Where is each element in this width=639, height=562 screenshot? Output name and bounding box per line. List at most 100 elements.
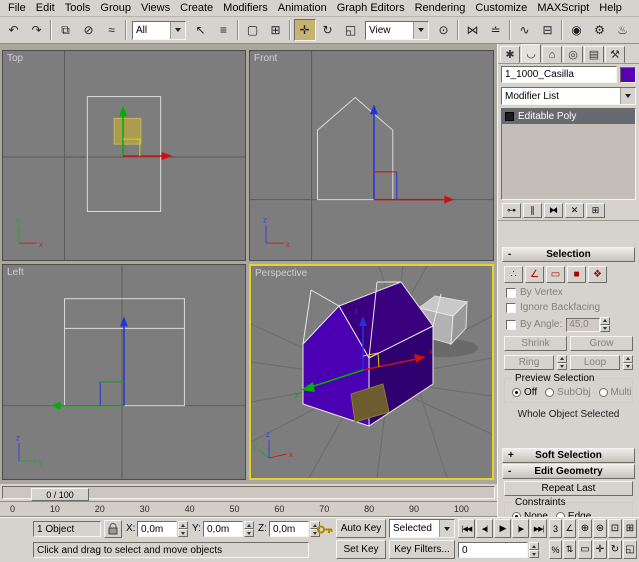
by-vertex-checkbox[interactable] xyxy=(506,288,516,298)
zoom-extents-all-icon[interactable]: ⊞ xyxy=(623,519,637,538)
undo-icon[interactable]: ↶ xyxy=(3,19,25,41)
tab-display[interactable]: ▤ xyxy=(584,46,604,63)
zoom-region-icon[interactable]: ▭ xyxy=(578,540,592,559)
grow-button[interactable]: Grow xyxy=(570,336,633,351)
menu-create[interactable]: Create xyxy=(175,1,218,15)
redo-icon[interactable]: ↷ xyxy=(26,19,48,41)
reference-coordinate-dropdown[interactable]: View xyxy=(365,21,429,40)
viewport-left[interactable]: Left y z xyxy=(2,264,246,480)
schematic-view-icon[interactable]: ⊟ xyxy=(537,19,559,41)
select-and-move-icon[interactable]: ✛ xyxy=(294,19,316,41)
menu-modifiers[interactable]: Modifiers xyxy=(218,1,273,15)
key-mode-dropdown[interactable]: Selected xyxy=(389,519,455,538)
go-to-start-icon[interactable]: |◀◀ xyxy=(458,519,475,538)
left-viewport-canvas[interactable]: y z xyxy=(3,265,245,479)
selection-filter-dropdown[interactable]: All xyxy=(132,21,186,40)
preview-subobj-radio[interactable]: SubObj xyxy=(545,387,590,398)
zoom-icon[interactable]: ⊕ xyxy=(578,519,592,538)
track-bar[interactable]: 0 10 20 30 40 50 60 70 80 90 100 xyxy=(0,501,497,517)
rectangular-selection-region-icon[interactable]: ▢ xyxy=(242,19,264,41)
edge-mode-icon[interactable]: ∠ xyxy=(525,266,544,283)
pan-icon[interactable]: ✛ xyxy=(593,540,607,559)
menu-group[interactable]: Group xyxy=(95,1,136,15)
select-object-icon[interactable]: ↖ xyxy=(190,19,212,41)
select-and-link-icon[interactable]: ⧉ xyxy=(55,19,77,41)
tab-modify[interactable]: ◡ xyxy=(521,44,541,63)
viewport-perspective-label[interactable]: Perspective xyxy=(255,268,307,279)
menu-graph-editors[interactable]: Graph Editors xyxy=(332,1,410,15)
preview-multi-radio[interactable]: Multi xyxy=(599,387,632,398)
by-angle-spinner[interactable] xyxy=(600,317,610,332)
element-mode-icon[interactable]: ❖ xyxy=(588,266,607,283)
percent-snap-icon[interactable]: % xyxy=(549,540,562,559)
dropdown-arrow-icon[interactable] xyxy=(170,22,185,39)
ring-button[interactable]: Ring xyxy=(504,355,554,370)
next-frame-icon[interactable]: |▶ xyxy=(512,519,529,538)
loop-spinner[interactable] xyxy=(623,355,633,370)
tab-utilities[interactable]: ⚒ xyxy=(605,46,625,63)
select-and-scale-icon[interactable]: ◱ xyxy=(340,19,362,41)
polygon-mode-icon[interactable]: ■ xyxy=(567,266,586,283)
min-max-toggle-icon[interactable]: ◱ xyxy=(623,540,637,559)
frame-spinner[interactable] xyxy=(529,542,539,558)
dropdown-arrow-icon[interactable] xyxy=(439,520,454,537)
viewport-top[interactable]: Top x y xyxy=(2,50,246,261)
shrink-button[interactable]: Shrink xyxy=(504,336,567,351)
menu-customize[interactable]: Customize xyxy=(470,1,532,15)
front-viewport-canvas[interactable]: x z xyxy=(250,51,493,260)
menu-help[interactable]: Help xyxy=(594,1,627,15)
y-coord-field[interactable]: 0,0m xyxy=(203,521,243,537)
viewport-perspective[interactable]: Perspective xyxy=(249,264,494,480)
curve-editor-icon[interactable]: ∿ xyxy=(514,19,536,41)
repeat-last-button[interactable]: Repeat Last xyxy=(504,481,633,496)
by-angle-field[interactable]: 45,0 xyxy=(566,318,600,332)
x-coord-field[interactable]: 0,0m xyxy=(137,521,177,537)
edit-geometry-rollout-header[interactable]: - Edit Geometry xyxy=(502,464,635,479)
quick-render-icon[interactable]: ♨ xyxy=(612,19,634,41)
bind-to-spacewarp-icon[interactable]: ≈ xyxy=(101,19,123,41)
viewport-front[interactable]: Front x z xyxy=(249,50,494,261)
viewport-left-label[interactable]: Left xyxy=(7,267,24,278)
menu-tools[interactable]: Tools xyxy=(60,1,96,15)
selection-lock-toggle[interactable] xyxy=(104,520,122,538)
time-slider-track[interactable]: 0 / 100 xyxy=(2,486,495,499)
mirror-icon[interactable]: ⋈ xyxy=(462,19,484,41)
set-key-mode-icon[interactable] xyxy=(317,524,333,535)
menu-edit[interactable]: Edit xyxy=(31,1,60,15)
configure-modifier-sets-icon[interactable]: ⊞ xyxy=(586,203,605,218)
menu-file[interactable]: File xyxy=(3,1,31,15)
menu-rendering[interactable]: Rendering xyxy=(410,1,471,15)
viewport-top-label[interactable]: Top xyxy=(7,53,23,64)
border-mode-icon[interactable]: ▭ xyxy=(546,266,565,283)
ignore-backfacing-checkbox[interactable] xyxy=(506,303,516,313)
material-editor-icon[interactable]: ◉ xyxy=(566,19,588,41)
align-icon[interactable]: ≐ xyxy=(485,19,507,41)
set-key-button[interactable]: Set Key xyxy=(336,540,386,559)
modifier-stack[interactable]: Editable Poly xyxy=(501,108,636,200)
use-pivot-center-icon[interactable]: ⊙ xyxy=(433,19,455,41)
zoom-extents-icon[interactable]: ⊡ xyxy=(608,519,622,538)
make-unique-icon[interactable]: ⧓ xyxy=(544,203,563,218)
preview-off-radio[interactable]: Off xyxy=(512,387,537,398)
by-angle-checkbox[interactable] xyxy=(506,320,516,330)
selection-rollout-header[interactable]: - Selection xyxy=(502,247,635,262)
menu-maxscript[interactable]: MAXScript xyxy=(532,1,594,15)
object-color-swatch[interactable] xyxy=(620,67,636,83)
select-and-rotate-icon[interactable]: ↻ xyxy=(317,19,339,41)
window-crossing-icon[interactable]: ⊞ xyxy=(265,19,287,41)
dropdown-arrow-icon[interactable] xyxy=(620,88,635,104)
stack-item-editable-poly[interactable]: Editable Poly xyxy=(502,109,635,124)
menu-animation[interactable]: Animation xyxy=(273,1,332,15)
top-viewport-canvas[interactable]: x y xyxy=(3,51,245,260)
viewport-front-label[interactable]: Front xyxy=(254,53,277,64)
go-to-end-icon[interactable]: ▶▶| xyxy=(530,519,547,538)
z-coord-field[interactable]: 0,0m xyxy=(269,521,309,537)
remove-modifier-icon[interactable]: ✕ xyxy=(565,203,584,218)
angle-snap-icon[interactable]: ∠ xyxy=(563,519,576,538)
pin-stack-icon[interactable]: ⊶ xyxy=(502,203,521,218)
vertex-mode-icon[interactable]: ∴ xyxy=(504,266,523,283)
object-name-field[interactable]: 1_1000_Casilla xyxy=(501,66,617,83)
y-coord-spinner[interactable] xyxy=(244,521,254,537)
modifier-onoff-icon[interactable] xyxy=(505,112,514,121)
x-coord-spinner[interactable] xyxy=(178,521,188,537)
